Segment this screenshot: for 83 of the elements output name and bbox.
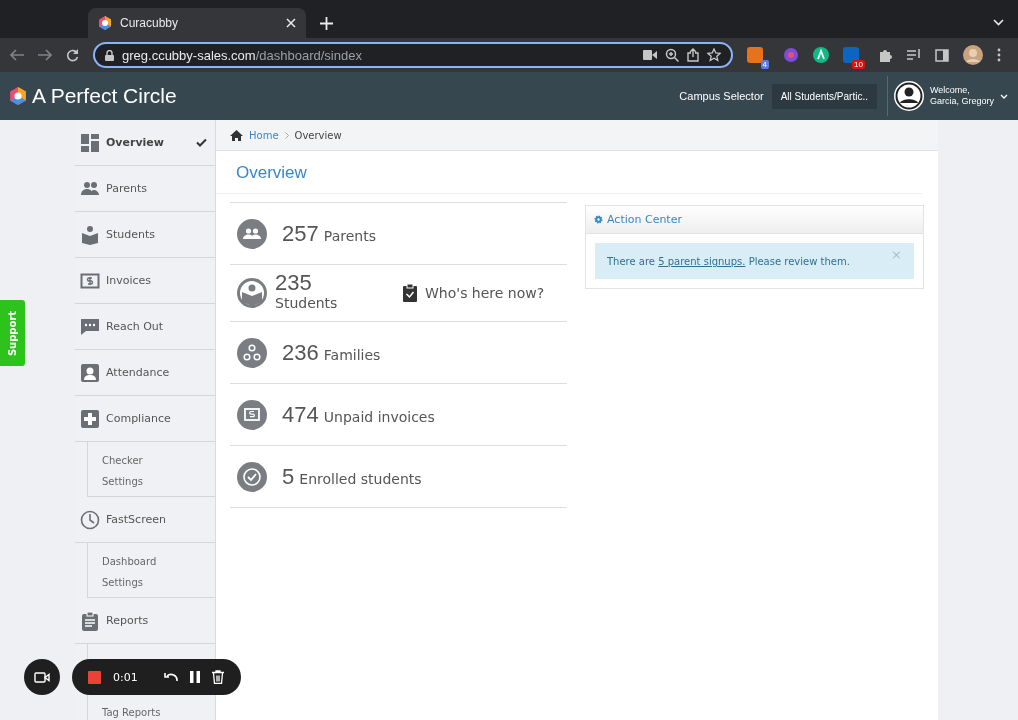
check-icon: [196, 138, 207, 147]
avatar-icon[interactable]: [963, 45, 983, 65]
stat-label[interactable]: Families: [323, 346, 381, 363]
chevron-right-icon: [284, 131, 289, 139]
page-title: Overview: [216, 151, 922, 194]
gear-icon: [594, 215, 603, 224]
panel-title: Action Center: [607, 213, 682, 226]
pause-icon[interactable]: [189, 671, 200, 683]
stat-number[interactable]: 257: [282, 220, 319, 246]
sidebar-item[interactable]: Compliance: [75, 396, 215, 442]
address-bar[interactable]: greg.ccubby-sales.com/dashboard/sindex: [93, 42, 733, 68]
star-icon[interactable]: [707, 48, 721, 62]
recording-time: 0:01: [113, 670, 138, 684]
sidebar-item[interactable]: Attendance: [75, 350, 215, 396]
video-camera-icon: [34, 671, 50, 683]
sidebar-subitem[interactable]: Checker: [102, 450, 215, 471]
reader-icon: [237, 278, 267, 308]
breadcrumb-current: Overview: [294, 129, 342, 141]
puzzle-icon[interactable]: [879, 48, 893, 62]
share-icon[interactable]: [687, 48, 699, 62]
clock-icon: [80, 509, 100, 530]
sidebar-item[interactable]: Students: [75, 212, 215, 258]
stat-number[interactable]: 235: [275, 273, 395, 293]
stat-number[interactable]: 474: [282, 401, 319, 427]
campus-label: Campus Selector: [679, 90, 764, 102]
app-logo-icon: [10, 87, 26, 105]
sidebar-subitem[interactable]: Settings: [102, 572, 215, 593]
camera-button[interactable]: [24, 659, 60, 695]
video-camera-icon[interactable]: [643, 50, 657, 60]
alert-text: There are 5 parent signups. Please review them.: [607, 256, 851, 267]
reader-icon: [80, 224, 100, 245]
sidebar-item[interactable]: Reach Out: [75, 304, 215, 350]
sidebar-subitem[interactable]: Settings: [102, 471, 215, 492]
stat-label[interactable]: Parents: [323, 227, 376, 244]
person-badge-icon: [80, 362, 100, 383]
stop-icon[interactable]: [88, 670, 101, 684]
sidebar-item[interactable]: Overview: [75, 120, 215, 166]
user-greeting[interactable]: Welcome, Garcia, Gregory: [929, 85, 994, 107]
clipboard-icon: [80, 610, 100, 631]
dollar-icon: [237, 399, 267, 430]
user-avatar-icon[interactable]: [893, 81, 924, 111]
clipboard-check-icon: [403, 284, 417, 302]
breadcrumb-link[interactable]: Home: [249, 129, 279, 141]
chat-icon: [80, 316, 100, 337]
people-icon: [237, 218, 267, 249]
stat-label[interactable]: Unpaid invoices: [323, 408, 435, 425]
trash-icon[interactable]: [211, 670, 224, 684]
caret-icon[interactable]: [1000, 93, 1008, 99]
menu-icon[interactable]: [997, 48, 1001, 62]
extension-icon[interactable]: [813, 47, 829, 63]
flower-icon[interactable]: [783, 47, 799, 63]
sidebar-subitem[interactable]: Dashboard: [102, 551, 215, 572]
lock-icon: [105, 49, 114, 61]
zoom-icon[interactable]: [665, 48, 679, 62]
reload-icon[interactable]: [66, 48, 79, 62]
network-icon: [237, 337, 267, 368]
chevron-down-icon[interactable]: [993, 18, 1004, 26]
sidebar-item[interactable]: Invoices: [75, 258, 215, 304]
plus-icon: [80, 408, 100, 429]
back-icon[interactable]: [10, 49, 24, 61]
stat-label[interactable]: Enrolled students: [299, 470, 422, 487]
stat-number[interactable]: 5: [282, 463, 295, 489]
side-panel-icon[interactable]: [935, 48, 949, 62]
sidebar-item[interactable]: Reports: [75, 598, 215, 644]
forward-icon[interactable]: [38, 49, 52, 61]
home-icon: [230, 129, 243, 141]
undo-icon[interactable]: [163, 672, 178, 682]
brand-name[interactable]: A Perfect Circle: [32, 84, 177, 108]
sidebar-subitem[interactable]: Tag Reports: [102, 702, 215, 720]
stat-number[interactable]: 236: [282, 339, 319, 365]
new-tab-icon[interactable]: [320, 16, 333, 30]
dashboard-icon: [80, 132, 100, 153]
app-logo-icon: [98, 16, 112, 30]
whos-here-link[interactable]: Who's here now?: [425, 285, 545, 301]
close-icon[interactable]: [286, 18, 296, 28]
browser-tab[interactable]: Curacubby: [88, 8, 306, 38]
sidebar-item[interactable]: FastScreen: [75, 497, 215, 543]
campus-selector[interactable]: All Students/Partic..: [771, 83, 877, 109]
playlist-icon[interactable]: [907, 49, 921, 61]
signups-link[interactable]: 5 parent signups.: [658, 256, 746, 267]
sidebar-item[interactable]: Parents: [75, 166, 215, 212]
stat-label[interactable]: Students: [275, 293, 395, 313]
check-circle-icon: [237, 461, 267, 492]
